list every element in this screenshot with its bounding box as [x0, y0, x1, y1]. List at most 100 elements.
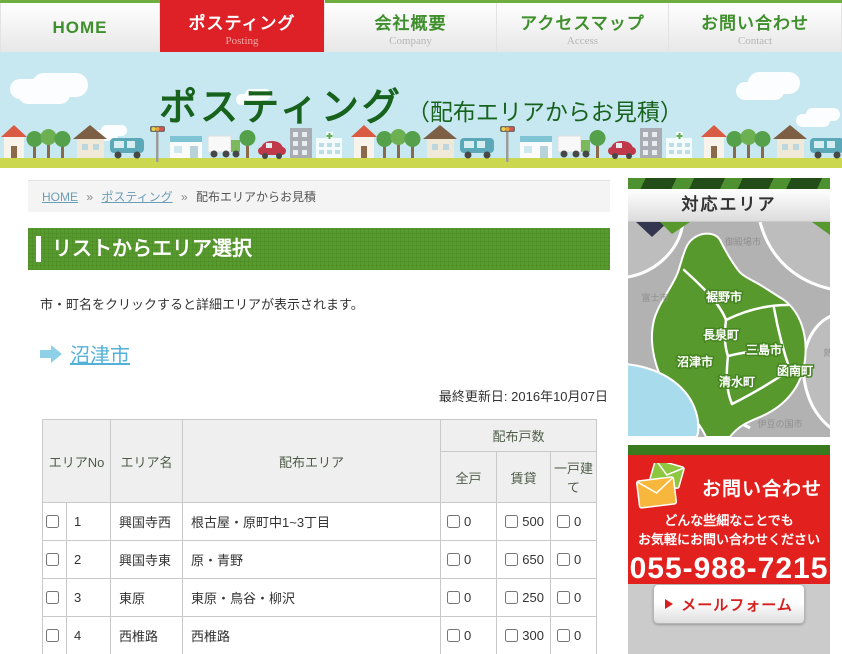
header-area-no: エリアNo	[43, 420, 111, 503]
map-label-susono[interactable]: 裾野市	[706, 289, 742, 304]
area-name-cell: 西椎路	[111, 617, 183, 654]
rental-cell: 250	[497, 579, 551, 617]
detached-cell: 0	[551, 579, 597, 617]
area-name-cell: 東原	[111, 579, 183, 617]
distribution-area-cell: 根古屋・原町中1~3丁目	[183, 503, 441, 541]
all-households-cell: 0	[441, 617, 497, 654]
coverage-area-map[interactable]: 御殿場市 富士市 伊豆の国市 熱 裾野市 長泉町 三島市 沼津市 清水町 函南町	[628, 222, 830, 437]
breadcrumb: HOME » ポスティング » 配布エリアからお見積	[28, 180, 610, 212]
table-row: 2 興国寺東 原・青野 0 650 0	[43, 541, 597, 579]
mail-form-button[interactable]: メールフォーム	[653, 584, 805, 624]
all-households-checkbox[interactable]	[447, 629, 460, 642]
detached-checkbox[interactable]	[557, 629, 570, 642]
contact-phone-number: 055-988-7215	[628, 552, 830, 586]
contact-red-panel: お問い合わせ どんな些細なことでも お気軽にお問い合わせください 055-988…	[628, 455, 830, 592]
header-all-households: 全戸	[441, 452, 497, 503]
contact-line1: どんな些細なことでも	[628, 511, 830, 530]
contact-line2: お気軽にお問い合わせください	[628, 530, 830, 549]
detached-value: 0	[574, 590, 581, 605]
map-label-mishima[interactable]: 三島市	[746, 342, 782, 357]
rental-checkbox[interactable]	[505, 553, 518, 566]
rental-checkbox[interactable]	[505, 629, 518, 642]
all-households-checkbox[interactable]	[447, 591, 460, 604]
map-label-shimizu[interactable]: 清水町	[719, 374, 755, 389]
nav-sublabel: Posting	[225, 35, 258, 47]
area-table-header: エリアNo エリア名 配布エリア 配布戸数 全戸 賃貸 一戸建て	[43, 420, 597, 503]
breadcrumb-separator: »	[181, 190, 188, 204]
row-select-cell	[43, 617, 67, 654]
nav-item-posting[interactable]: ポスティング Posting	[160, 0, 325, 52]
map-label-atami-partial: 熱	[823, 347, 830, 358]
last-updated: 最終更新日: 2016年10月07日	[28, 386, 610, 405]
nav-item-access[interactable]: アクセスマップ Access	[497, 3, 669, 52]
detached-checkbox[interactable]	[557, 515, 570, 528]
area-name-cell: 興国寺東	[111, 541, 183, 579]
breadcrumb-link-posting[interactable]: ポスティング	[101, 190, 172, 204]
table-row: 1 興国寺西 根古屋・原町中1~3丁目 0 500 0	[43, 503, 597, 541]
area-no-cell: 3	[67, 579, 111, 617]
header-distribution-area: 配布エリア	[183, 420, 441, 503]
nav-label: ポスティング	[189, 9, 296, 34]
all-households-value: 0	[464, 628, 471, 643]
row-select-cell	[43, 503, 67, 541]
table-row: 3 東原 東原・鳥谷・柳沢 0 250 0	[43, 579, 597, 617]
area-table: エリアNo エリア名 配布エリア 配布戸数 全戸 賃貸 一戸建て 1 興国寺西 …	[42, 419, 597, 654]
breadcrumb-separator: »	[86, 190, 93, 204]
all-households-cell: 0	[441, 541, 497, 579]
contact-title: お問い合わせ	[702, 474, 822, 501]
nav-sublabel: Contact	[738, 35, 772, 47]
all-households-cell: 0	[441, 503, 497, 541]
map-label-numazu[interactable]: 沼津市	[677, 354, 713, 369]
all-households-value: 0	[464, 590, 471, 605]
detached-checkbox[interactable]	[557, 553, 570, 566]
rental-value: 300	[522, 628, 544, 643]
row-select-checkbox[interactable]	[46, 591, 59, 604]
nav-item-contact[interactable]: お問い合わせ Contact	[669, 3, 842, 52]
nav-item-company[interactable]: 会社概要 Company	[325, 3, 497, 52]
all-households-cell: 0	[441, 579, 497, 617]
nav-label: 会社概要	[375, 9, 447, 34]
row-select-checkbox[interactable]	[46, 553, 59, 566]
distribution-area-cell: 東原・鳥谷・柳沢	[183, 579, 441, 617]
area-name-cell: 興国寺西	[111, 503, 183, 541]
detached-cell: 0	[551, 617, 597, 654]
distribution-area-cell: 西椎路	[183, 617, 441, 654]
row-select-checkbox[interactable]	[46, 629, 59, 642]
all-households-value: 0	[464, 552, 471, 567]
envelope-icon	[636, 463, 692, 511]
rental-cell: 300	[497, 617, 551, 654]
distribution-area-cell: 原・青野	[183, 541, 441, 579]
row-select-checkbox[interactable]	[46, 515, 59, 528]
nav-sublabel: Company	[389, 35, 432, 47]
area-no-cell: 4	[67, 617, 111, 654]
row-select-cell	[43, 579, 67, 617]
map-label-gotemba: 御殿場市	[725, 236, 761, 247]
city-link-numazu[interactable]: 沼津市	[70, 339, 130, 368]
rental-cell: 650	[497, 541, 551, 579]
breadcrumb-current: 配布エリアからお見積	[196, 190, 316, 204]
page: HOME ポスティング Posting 会社概要 Company アクセスマップ…	[0, 0, 842, 654]
map-label-kannami[interactable]: 函南町	[777, 363, 813, 378]
nav-item-home[interactable]: HOME	[0, 3, 160, 52]
nav-label: アクセスマップ	[520, 9, 645, 34]
breadcrumb-link-home[interactable]: HOME	[42, 190, 78, 204]
row-select-cell	[43, 541, 67, 579]
detached-value: 0	[574, 628, 581, 643]
rental-checkbox[interactable]	[505, 515, 518, 528]
contact-footer-area: メールフォーム	[628, 584, 830, 654]
rental-value: 650	[522, 552, 544, 567]
all-households-checkbox[interactable]	[447, 515, 460, 528]
area-no-cell: 1	[67, 503, 111, 541]
table-row: 4 西椎路 西椎路 0 300 0	[43, 617, 597, 654]
rental-value: 500	[522, 514, 544, 529]
rental-cell: 500	[497, 503, 551, 541]
mail-form-button-label: メールフォーム	[681, 594, 793, 615]
detached-checkbox[interactable]	[557, 591, 570, 604]
contact-widget: お問い合わせ どんな些細なことでも お気軽にお問い合わせください 055-988…	[628, 445, 830, 654]
all-households-checkbox[interactable]	[447, 553, 460, 566]
arrow-right-icon	[40, 345, 62, 363]
detached-value: 0	[574, 552, 581, 567]
map-label-nagaizumi[interactable]: 長泉町	[703, 327, 739, 342]
main-content: HOME » ポスティング » 配布エリアからお見積 リストからエリア選択 市・…	[28, 180, 610, 654]
rental-checkbox[interactable]	[505, 591, 518, 604]
